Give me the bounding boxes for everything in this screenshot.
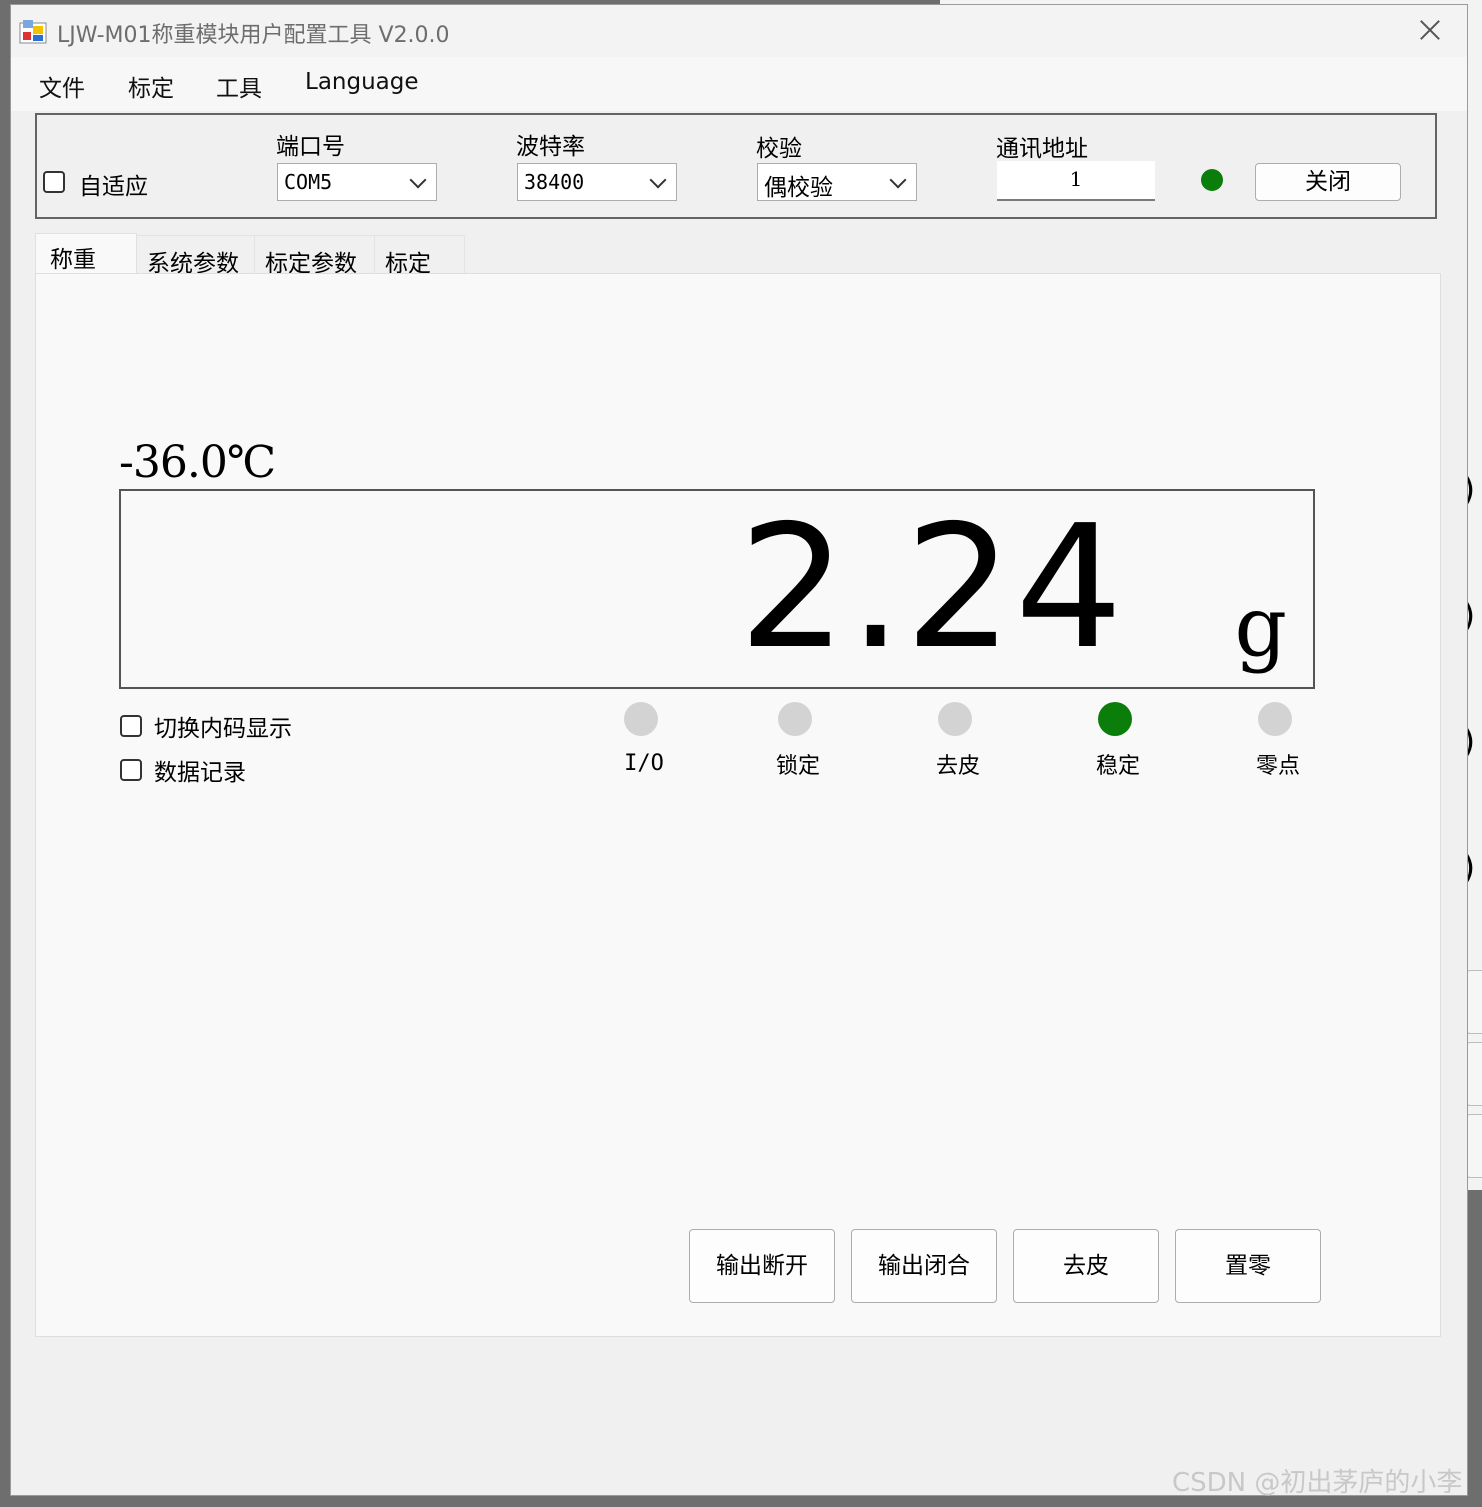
tab-calibration-params[interactable]: 标定参数 <box>255 235 375 277</box>
close-connection-label: 关闭 <box>1305 169 1351 195</box>
parity-value: 偶校验 <box>764 175 833 201</box>
tare-indicator <box>938 702 972 736</box>
tab-system-params[interactable]: 系统参数 <box>137 235 255 277</box>
connection-panel: 自适应 端口号 COM5 波特率 38400 校验 偶校验 通讯地址 1 关闭 <box>35 113 1437 219</box>
close-connection-button[interactable]: 关闭 <box>1255 163 1401 201</box>
app-window: LJW-M01称重模块用户配置工具 V2.0.0 文件 标定 工具 Langua… <box>10 4 1468 1496</box>
close-window-icon[interactable] <box>1415 15 1445 45</box>
auto-adapt-checkbox[interactable] <box>43 171 65 193</box>
address-label: 通讯地址 <box>996 136 1088 162</box>
title-bar: LJW-M01称重模块用户配置工具 V2.0.0 <box>11 5 1467 57</box>
auto-adapt-label: 自适应 <box>79 174 148 200</box>
internal-code-label: 切换内码显示 <box>154 716 292 742</box>
tab-weighing[interactable]: 称重 <box>35 233 137 277</box>
stable-indicator-label: 稳定 <box>1095 754 1140 779</box>
stable-indicator <box>1098 702 1132 736</box>
tare-indicator-label: 去皮 <box>935 754 980 779</box>
address-value: 1 <box>1069 167 1083 191</box>
data-record-label: 数据记录 <box>154 760 246 786</box>
zero-label: 置零 <box>1225 1253 1271 1279</box>
port-value: COM5 <box>284 170 333 194</box>
menu-language[interactable]: Language <box>305 69 419 95</box>
chevron-down-icon <box>409 171 427 189</box>
port-label: 端口号 <box>276 134 345 160</box>
zero-indicator <box>1258 702 1292 736</box>
lock-indicator <box>778 702 812 736</box>
tare-button[interactable]: 去皮 <box>1013 1229 1159 1303</box>
watermark: CSDN @初出茅庐的小李 <box>1172 1468 1463 1498</box>
baud-select[interactable]: 38400 <box>517 163 677 201</box>
chevron-down-icon <box>889 171 907 189</box>
weight-value: 2.24 <box>738 489 1125 687</box>
window-title: LJW-M01称重模块用户配置工具 V2.0.0 <box>57 23 450 48</box>
weighing-panel <box>35 273 1441 1337</box>
io-indicator <box>624 702 658 736</box>
lock-indicator-label: 锁定 <box>775 754 820 779</box>
parity-label: 校验 <box>756 136 802 162</box>
tab-calibration[interactable]: 标定 <box>375 235 465 277</box>
output-on-button[interactable]: 输出闭合 <box>851 1229 997 1303</box>
address-input[interactable]: 1 <box>997 161 1155 201</box>
menu-file[interactable]: 文件 <box>39 69 85 103</box>
weight-display: 2.24 g <box>119 489 1315 689</box>
port-select[interactable]: COM5 <box>277 163 437 201</box>
menu-calibrate[interactable]: 标定 <box>128 69 174 103</box>
temperature-readout: -36.0℃ <box>119 437 276 488</box>
io-indicator-label: I/O <box>624 751 664 776</box>
tare-label: 去皮 <box>1063 1253 1109 1279</box>
output-off-label: 输出断开 <box>716 1253 808 1279</box>
weight-unit: g <box>1234 580 1288 675</box>
menu-bar: 文件 标定 工具 Language <box>11 57 1467 111</box>
output-off-button[interactable]: 输出断开 <box>689 1229 835 1303</box>
baud-value: 38400 <box>524 170 585 194</box>
data-record-checkbox[interactable] <box>120 759 142 781</box>
chevron-down-icon <box>649 171 667 189</box>
connection-status-indicator <box>1201 169 1223 191</box>
internal-code-checkbox[interactable] <box>120 715 142 737</box>
zero-button[interactable]: 置零 <box>1175 1229 1321 1303</box>
output-on-label: 输出闭合 <box>878 1253 970 1279</box>
parity-select[interactable]: 偶校验 <box>757 163 917 201</box>
tab-weighing-label: 称重 <box>50 247 96 273</box>
app-icon <box>19 20 47 44</box>
zero-indicator-label: 零点 <box>1255 754 1300 779</box>
baud-label: 波特率 <box>516 134 585 160</box>
menu-tools[interactable]: 工具 <box>216 69 262 103</box>
